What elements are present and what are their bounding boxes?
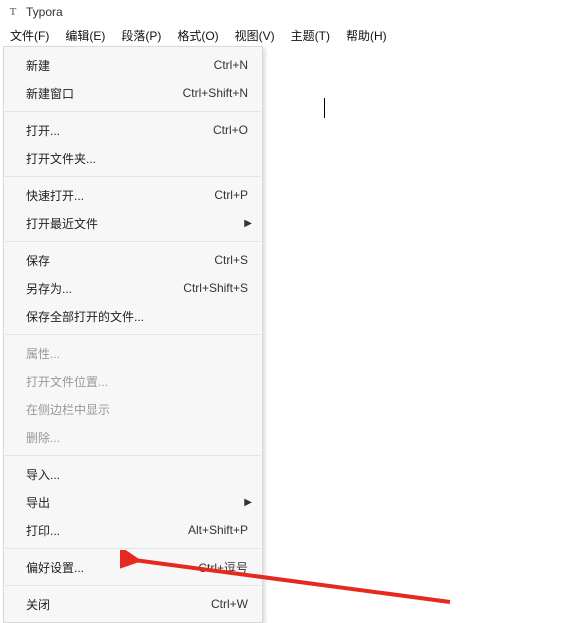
menu-item-new-window[interactable]: 新建窗口 Ctrl+Shift+N [4,79,262,107]
app-icon: T [6,5,20,19]
menu-shortcut: Ctrl+Shift+S [183,281,248,295]
menu-label: 新建 [26,57,50,74]
menubar-item-file[interactable]: 文件(F) [2,24,57,47]
menu-label: 导入... [26,466,60,483]
menu-separator [5,455,261,456]
menu-item-new[interactable]: 新建 Ctrl+N [4,51,262,79]
chevron-right-icon: ▶ [244,497,252,508]
menu-separator [5,111,261,112]
file-menu-dropdown: 新建 Ctrl+N 新建窗口 Ctrl+Shift+N 打开... Ctrl+O… [3,46,263,623]
menubar-item-view[interactable]: 视图(V) [227,24,283,47]
menu-item-open-recent[interactable]: 打开最近文件 ▶ [4,209,262,237]
menu-separator [5,176,261,177]
text-cursor [324,98,325,118]
menu-shortcut: Ctrl+W [211,597,248,611]
menu-shortcut: Alt+Shift+P [188,523,248,537]
menu-label: 导出 [26,494,50,511]
titlebar: T Typora [0,0,568,24]
menu-label: 另存为... [26,280,72,297]
menu-item-preferences[interactable]: 偏好设置... Ctrl+逗号 [4,553,262,581]
menu-item-save-as[interactable]: 另存为... Ctrl+Shift+S [4,274,262,302]
menu-label: 关闭 [26,596,50,613]
menu-label: 偏好设置... [26,559,84,576]
menu-item-reveal-sidebar: 在侧边栏中显示 [4,395,262,423]
menu-item-open[interactable]: 打开... Ctrl+O [4,116,262,144]
menubar-item-para[interactable]: 段落(P) [113,24,169,47]
menu-item-open-location: 打开文件位置... [4,367,262,395]
menu-shortcut: Ctrl+P [214,188,248,202]
menu-label: 打开最近文件 [26,215,98,232]
menu-shortcut: Ctrl+N [214,58,248,72]
menubar-item-theme[interactable]: 主题(T) [283,24,338,47]
menu-shortcut: Ctrl+S [214,253,248,267]
menu-label: 删除... [26,429,60,446]
menu-shortcut: Ctrl+O [213,123,248,137]
chevron-right-icon: ▶ [244,218,252,229]
menu-label: 保存 [26,252,50,269]
menu-item-quick-open[interactable]: 快速打开... Ctrl+P [4,181,262,209]
menu-item-save-all[interactable]: 保存全部打开的文件... [4,302,262,330]
menu-label: 打印... [26,522,60,539]
menubar-item-edit[interactable]: 编辑(E) [57,24,113,47]
app-title: Typora [26,5,63,19]
menu-item-close[interactable]: 关闭 Ctrl+W [4,590,262,618]
menu-item-properties: 属性... [4,339,262,367]
menu-separator [5,585,261,586]
menu-label: 在侧边栏中显示 [26,401,110,418]
menu-shortcut: Ctrl+逗号 [198,559,248,576]
menu-item-delete: 删除... [4,423,262,451]
menu-label: 属性... [26,345,60,362]
menu-item-open-folder[interactable]: 打开文件夹... [4,144,262,172]
menu-item-export[interactable]: 导出 ▶ [4,488,262,516]
menu-label: 新建窗口 [26,85,74,102]
menu-item-print[interactable]: 打印... Alt+Shift+P [4,516,262,544]
menu-label: 打开文件位置... [26,373,108,390]
editor-area[interactable] [280,60,568,615]
menu-label: 快速打开... [26,187,84,204]
menu-label: 保存全部打开的文件... [26,308,144,325]
menu-separator [5,334,261,335]
menubar-item-format[interactable]: 格式(O) [169,24,226,47]
menu-shortcut: Ctrl+Shift+N [183,86,248,100]
menu-separator [5,548,261,549]
menu-separator [5,241,261,242]
menubar: 文件(F) 编辑(E) 段落(P) 格式(O) 视图(V) 主题(T) 帮助(H… [0,24,568,46]
menu-item-import[interactable]: 导入... [4,460,262,488]
menu-label: 打开文件夹... [26,150,96,167]
menu-item-save[interactable]: 保存 Ctrl+S [4,246,262,274]
menu-label: 打开... [26,122,60,139]
menubar-item-help[interactable]: 帮助(H) [338,24,395,47]
